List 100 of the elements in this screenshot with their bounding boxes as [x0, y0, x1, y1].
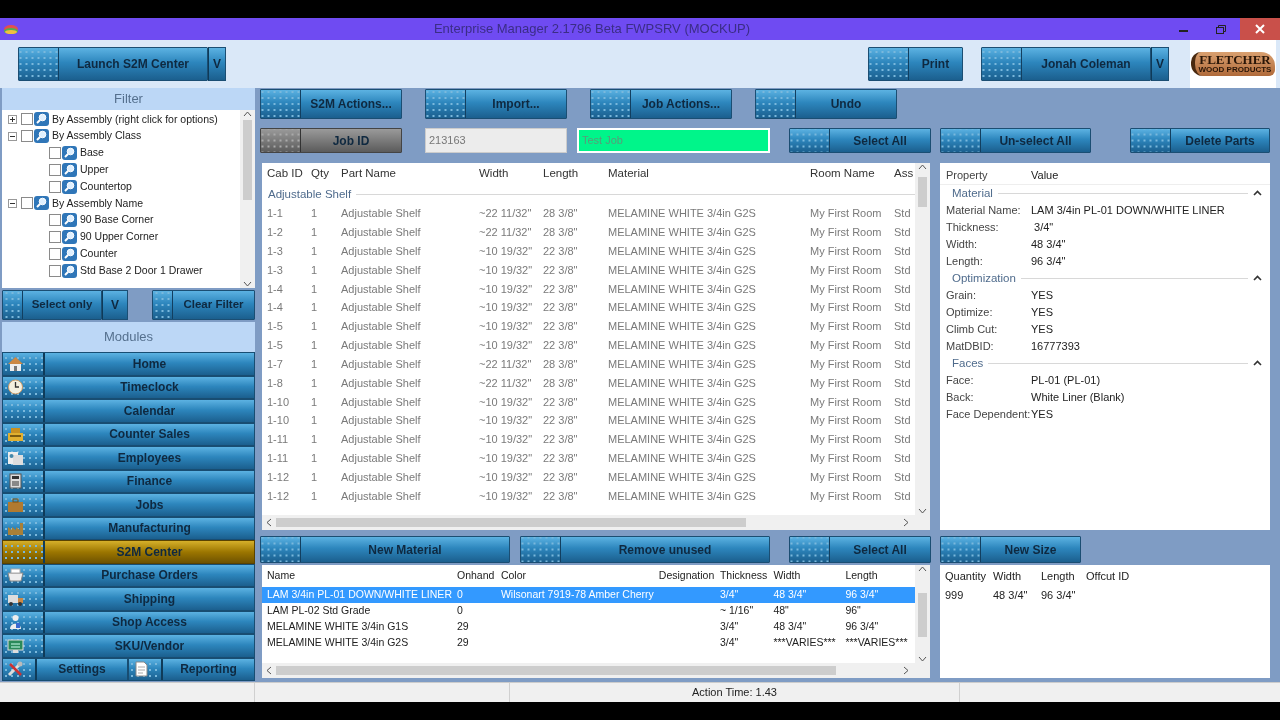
module-button[interactable]: Jobs [2, 493, 255, 517]
settings-button[interactable]: Settings [2, 657, 128, 681]
module-button[interactable]: Timeclock [2, 375, 255, 399]
unselect-all-button[interactable]: Un-select All [940, 128, 1091, 153]
tree-item-label[interactable]: Countertop [80, 178, 132, 195]
table-row[interactable]: LAM PL-02 Std Grade 0 ~ 1/16" 48" 96" [262, 603, 915, 619]
remove-unused-button[interactable]: Remove unused [520, 536, 770, 563]
new-material-button[interactable]: New Material [260, 536, 510, 563]
module-button[interactable]: Counter Sales [2, 422, 255, 446]
column-header[interactable]: Width [474, 163, 538, 185]
column-header[interactable]: Onhand [451, 565, 496, 587]
new-size-button[interactable]: New Size [940, 536, 1081, 563]
checkbox[interactable] [49, 147, 61, 159]
module-button[interactable]: Home [2, 352, 255, 376]
scroll-down-icon[interactable] [918, 507, 927, 515]
table-row[interactable]: MELAMINE WHITE 3/4in G2S 29 3/4" ***VARIES*** ***VARIES*** [262, 635, 915, 651]
checkbox[interactable] [49, 230, 61, 243]
scroll-left-icon[interactable] [265, 666, 273, 675]
scroll-right-icon[interactable] [902, 518, 910, 527]
collapse-icon[interactable] [1253, 360, 1262, 367]
module-button[interactable]: SKU/Vendor [2, 634, 255, 658]
action-button[interactable]: Job Actions... [590, 89, 732, 119]
column-header[interactable]: Material [603, 163, 805, 185]
action-button[interactable]: Import... [425, 89, 567, 119]
scroll-right-icon[interactable] [902, 666, 910, 675]
select-only-button[interactable]: Select only [2, 290, 102, 320]
clear-filter-button[interactable]: Clear Filter [152, 290, 255, 320]
expander-icon[interactable] [8, 114, 17, 124]
module-button[interactable]: Manufacturing [2, 516, 255, 540]
select-all-button[interactable]: Select All [789, 128, 931, 153]
table-row[interactable]: MELAMINE WHITE 3/4in G1S 29 3/4" 48 3/4" 96 3/4" [262, 619, 915, 635]
action-button[interactable]: S2M Actions... [260, 89, 402, 119]
column-header[interactable]: Length [1036, 565, 1081, 587]
scroll-up-icon[interactable] [918, 565, 927, 573]
module-button[interactable]: S2M Center [2, 540, 255, 564]
expander-icon[interactable] [8, 198, 17, 208]
scroll-thumb[interactable] [918, 593, 927, 637]
action-button[interactable]: Undo [755, 89, 897, 119]
print-button[interactable]: Print [868, 47, 963, 81]
dropdown-button[interactable]: V [102, 290, 128, 320]
user-button[interactable]: Jonah Coleman [981, 47, 1151, 81]
checkbox[interactable] [49, 214, 61, 227]
tree-item-label[interactable]: Counter [80, 245, 118, 262]
module-button[interactable]: Finance [2, 469, 255, 493]
delete-parts-button[interactable]: Delete Parts [1130, 128, 1270, 153]
column-header[interactable]: Room Name [805, 163, 889, 185]
collapse-icon[interactable] [1253, 190, 1262, 197]
module-button[interactable]: Shop Access [2, 610, 255, 634]
tree-item-label[interactable]: Upper [80, 161, 109, 178]
job-id-field[interactable]: 213163 [425, 128, 567, 153]
checkbox[interactable] [21, 130, 33, 143]
checkbox[interactable] [21, 113, 33, 126]
table-row[interactable]: LAM 3/4in PL-01 DOWN/WHITE LINER 0 Wilsonart 7919-78 Amber Cherry 3/4" 48 3/4" 96 3/4" [262, 587, 915, 603]
column-header[interactable]: Quantity [940, 565, 988, 587]
scroll-thumb[interactable] [243, 120, 252, 200]
column-header[interactable]: Name [262, 565, 452, 587]
column-header[interactable]: Cab ID [262, 163, 306, 185]
column-header[interactable]: Length [538, 163, 603, 185]
checkbox[interactable] [49, 163, 61, 176]
column-header[interactable]: Color [495, 565, 654, 587]
module-button[interactable]: Employees [2, 446, 255, 470]
column-header[interactable]: Part Name [336, 163, 474, 185]
checkbox[interactable] [49, 180, 61, 193]
checkbox[interactable] [49, 247, 61, 260]
module-button[interactable]: Shipping [2, 587, 255, 611]
column-header[interactable]: Ass [889, 163, 915, 185]
tree-item-label[interactable]: Std Base 2 Door 1 Drawer [80, 262, 203, 279]
column-header[interactable]: Width [768, 565, 841, 587]
scrollbar[interactable] [915, 565, 930, 663]
scroll-left-icon[interactable] [265, 518, 273, 527]
column-header[interactable]: Length [840, 565, 915, 587]
module-button[interactable]: Calendar [2, 399, 255, 423]
column-header[interactable]: Designation [653, 565, 715, 587]
close-button[interactable] [1240, 18, 1280, 40]
column-header[interactable]: Qty [306, 163, 336, 185]
reporting-button[interactable]: Reporting [128, 657, 255, 681]
module-button[interactable]: Purchase Orders [2, 563, 255, 587]
column-header[interactable]: Offcut ID [1081, 565, 1161, 587]
launch-button[interactable]: Launch S2M Center [18, 47, 208, 81]
checkbox[interactable] [49, 264, 61, 277]
scroll-thumb[interactable] [276, 518, 746, 527]
column-header[interactable]: Thickness [714, 565, 769, 587]
tree-item-label[interactable]: 90 Base Corner [80, 212, 154, 229]
tree-item-label[interactable]: By Assembly (right click for options) [52, 111, 218, 128]
scroll-down-icon[interactable] [243, 280, 252, 288]
scrollbar[interactable] [915, 163, 930, 515]
dropdown-button[interactable]: V [1151, 47, 1169, 81]
scrollbar[interactable] [262, 663, 930, 678]
scroll-up-icon[interactable] [243, 110, 252, 118]
tree-item-label[interactable]: 90 Upper Corner [80, 229, 159, 245]
dropdown-button[interactable]: V [208, 47, 226, 81]
checkbox[interactable] [21, 197, 33, 210]
scroll-thumb[interactable] [918, 177, 927, 207]
scroll-thumb[interactable] [276, 666, 836, 675]
column-header[interactable]: Width [988, 565, 1036, 587]
tree-item-label[interactable]: By Assembly Name [52, 195, 144, 212]
scroll-up-icon[interactable] [918, 163, 927, 171]
select-all-button[interactable]: Select All [789, 536, 931, 563]
job-name-field[interactable]: Test Job [577, 128, 770, 153]
scrollbar[interactable] [262, 515, 930, 530]
